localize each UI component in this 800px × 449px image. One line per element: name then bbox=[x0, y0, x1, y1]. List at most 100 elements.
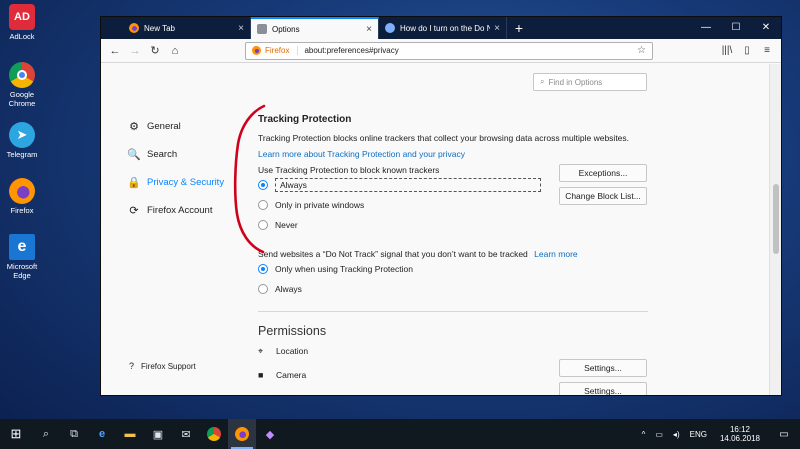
taskbar-file-explorer[interactable]: ▬ bbox=[116, 419, 144, 449]
taskbar-paint[interactable]: ◆ bbox=[256, 419, 284, 449]
taskbar-chrome[interactable] bbox=[200, 419, 228, 449]
tab-title: Options bbox=[272, 24, 300, 34]
desktop-icon-edge[interactable]: e Microsoft Edge bbox=[2, 234, 42, 280]
gear-icon: ⚙ bbox=[129, 120, 139, 133]
taskbar-edge[interactable]: e bbox=[88, 419, 116, 449]
edge-icon: e bbox=[98, 428, 106, 440]
edge-icon: e bbox=[9, 234, 35, 260]
chrome-icon bbox=[207, 427, 221, 441]
sidebar-item-search[interactable]: 🔍 Search bbox=[127, 140, 224, 168]
minimize-button[interactable]: — bbox=[691, 17, 721, 39]
sidebar-item-label: Privacy & Security bbox=[147, 176, 225, 188]
page-favicon-icon bbox=[385, 23, 395, 33]
notifications-icon[interactable]: ▭ bbox=[773, 429, 795, 440]
radio-indicator bbox=[258, 180, 268, 190]
section-divider bbox=[258, 311, 648, 312]
url-bar[interactable]: Firefox about:preferences#privacy ☆ bbox=[245, 41, 653, 60]
search-button[interactable]: ⌕ bbox=[32, 419, 60, 449]
close-tab-icon[interactable]: × bbox=[494, 23, 500, 34]
sync-icon: ⟳ bbox=[129, 204, 139, 217]
sidebar-item-label: Search bbox=[147, 148, 178, 160]
url-text[interactable]: about:preferences#privacy bbox=[304, 46, 637, 55]
close-tab-icon[interactable]: × bbox=[238, 23, 244, 34]
sidebar-item-label: General bbox=[147, 120, 181, 132]
mail-icon: ✉ bbox=[181, 428, 191, 441]
tray-overflow-icon[interactable]: ^ bbox=[642, 430, 646, 439]
sidebar-item-privacy[interactable]: 🔒 Privacy & Security bbox=[127, 168, 224, 196]
desktop-icon-telegram[interactable]: ➤ Telegram bbox=[2, 122, 42, 159]
dnt-learn-more-link[interactable]: Learn more bbox=[534, 249, 577, 259]
radio-label: Never bbox=[275, 220, 298, 230]
desktop-icon-label: Firefox bbox=[10, 206, 34, 215]
nav-bar: ← → ↻ ⌂ Firefox about:preferences#privac… bbox=[101, 39, 781, 63]
back-button[interactable]: ← bbox=[105, 45, 125, 57]
find-in-options-input[interactable]: ⌕ Find in Options bbox=[533, 73, 647, 91]
start-button[interactable]: ⊞ bbox=[0, 426, 32, 442]
menu-icon[interactable]: ≡ bbox=[757, 45, 777, 56]
desktop-icon-label: Microsoft Edge bbox=[6, 262, 38, 280]
sidebar-toggle-icon[interactable]: ▯ bbox=[737, 45, 757, 56]
change-block-list-button[interactable]: Change Block List... bbox=[559, 187, 647, 205]
sidebar-item-general[interactable]: ⚙ General bbox=[127, 112, 224, 140]
close-window-button[interactable]: ✕ bbox=[751, 17, 781, 39]
taskbar-mail[interactable]: ✉ bbox=[172, 419, 200, 449]
taskbar-firefox[interactable] bbox=[228, 419, 256, 449]
tracking-learn-more-link[interactable]: Learn more about Tracking Protection and… bbox=[258, 149, 650, 159]
search-icon: 🔍 bbox=[127, 148, 141, 161]
paint-icon: ◆ bbox=[265, 428, 275, 441]
folder-icon: ▬ bbox=[124, 428, 136, 440]
radio-indicator bbox=[258, 220, 268, 230]
gear-favicon-icon bbox=[257, 24, 267, 34]
location-settings-button[interactable]: Settings... bbox=[559, 359, 647, 377]
lock-icon: 🔒 bbox=[127, 176, 141, 189]
radio-label: Always bbox=[275, 284, 302, 294]
page-scrollbar[interactable] bbox=[769, 64, 781, 395]
new-tab-button[interactable]: + bbox=[507, 17, 531, 39]
close-tab-icon[interactable]: × bbox=[366, 24, 372, 35]
permission-label: Camera bbox=[276, 370, 307, 380]
reload-button[interactable]: ↻ bbox=[145, 44, 165, 57]
tracking-never-radio[interactable]: Never bbox=[258, 215, 650, 235]
do-not-track-text: Send websites a “Do Not Track” signal th… bbox=[258, 249, 650, 259]
tab-do-not-track-help[interactable]: How do I turn on the Do Not T × bbox=[379, 17, 507, 39]
tab-options[interactable]: Options × bbox=[251, 17, 379, 39]
bookmark-star-icon[interactable]: ☆ bbox=[637, 45, 646, 56]
language-indicator[interactable]: ENG bbox=[690, 430, 707, 439]
dnt-only-tracking-radio[interactable]: Only when using Tracking Protection bbox=[258, 259, 650, 279]
clock-date: 14.06.2018 bbox=[719, 434, 760, 443]
support-label: Firefox Support bbox=[141, 361, 196, 371]
task-view-button[interactable]: ⧉ bbox=[60, 419, 88, 449]
firefox-support-link[interactable]: ? Firefox Support bbox=[129, 361, 196, 371]
tracking-protection-heading: Tracking Protection bbox=[258, 114, 352, 125]
desktop-icon-chrome[interactable]: Google Chrome bbox=[2, 62, 42, 108]
desktop-icon-firefox[interactable]: Firefox bbox=[2, 178, 42, 215]
home-button[interactable]: ⌂ bbox=[165, 45, 185, 57]
scrollbar-thumb[interactable] bbox=[773, 184, 779, 254]
tab-new-tab[interactable]: New Tab × bbox=[123, 17, 251, 39]
sidebar-item-firefox-account[interactable]: ⟳ Firefox Account bbox=[127, 196, 224, 224]
radio-label: Only when using Tracking Protection bbox=[275, 264, 413, 274]
dnt-always-radio[interactable]: Always bbox=[258, 279, 650, 299]
radio-indicator bbox=[258, 200, 268, 210]
desktop-icon-label: AdLock bbox=[9, 32, 35, 41]
privacy-panel: Tracking Protection Tracking Protection … bbox=[258, 112, 650, 386]
dnt-label: Send websites a “Do Not Track” signal th… bbox=[258, 249, 528, 259]
clock[interactable]: 16:12 14.06.2018 bbox=[720, 425, 760, 443]
camera-settings-button[interactable]: Settings... bbox=[559, 382, 647, 395]
radio-label: Only in private windows bbox=[275, 200, 365, 210]
taskbar-store[interactable]: ▣ bbox=[144, 419, 172, 449]
preferences-page: ⌕ Find in Options ⚙ General 🔍 Search 🔒 P… bbox=[101, 64, 769, 395]
volume-icon[interactable]: ◂) bbox=[673, 430, 680, 439]
library-icon[interactable]: |||\ bbox=[717, 45, 737, 56]
forward-button[interactable]: → bbox=[125, 45, 145, 57]
firefox-icon bbox=[235, 427, 249, 441]
maximize-button[interactable]: ☐ bbox=[721, 17, 751, 39]
exceptions-button[interactable]: Exceptions... bbox=[559, 164, 647, 182]
window-controls: — ☐ ✕ bbox=[691, 17, 781, 39]
radio-indicator bbox=[258, 264, 268, 274]
network-icon[interactable]: ▭ bbox=[655, 430, 663, 439]
sidebar-item-label: Firefox Account bbox=[147, 204, 213, 216]
desktop-icon-adlock[interactable]: AD AdLock bbox=[2, 4, 42, 41]
system-tray: ^ ▭ ◂) ENG 16:12 14.06.2018 ▭ bbox=[637, 425, 800, 443]
camera-icon: ■ bbox=[258, 370, 264, 380]
